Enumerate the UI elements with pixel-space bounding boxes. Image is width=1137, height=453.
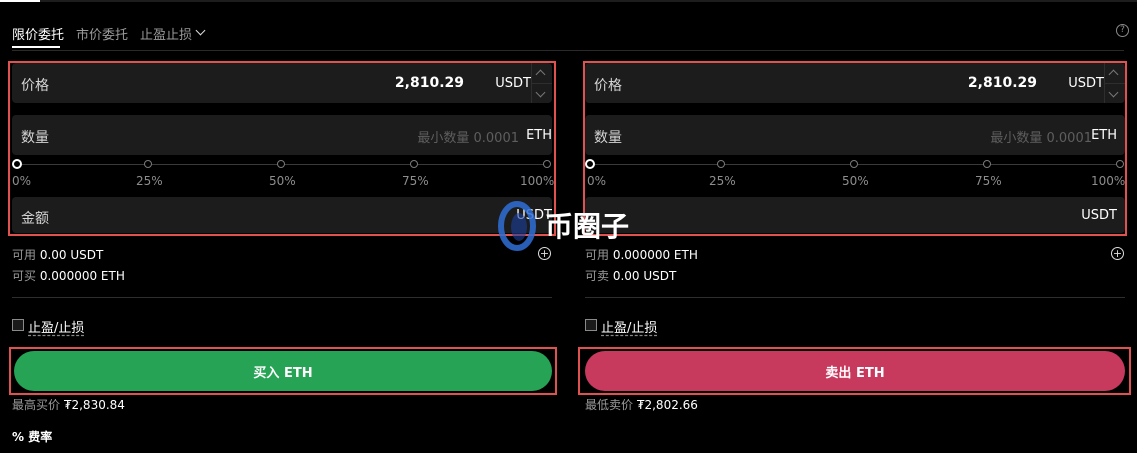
- buy-amount-label: 金额: [21, 211, 49, 227]
- sell-slider-handle[interactable]: [585, 159, 595, 169]
- buy-slider-mark-25[interactable]: [144, 160, 152, 168]
- watermark-text: 币圈子: [545, 210, 630, 243]
- buy-tpsl-label[interactable]: 止盈/止损: [28, 317, 84, 336]
- sell-can-label: 可卖: [585, 269, 610, 283]
- buy-pct-0: 0%: [12, 174, 32, 188]
- sell-quantity-label: 数量: [594, 130, 622, 146]
- sell-price-field[interactable]: 价格 2,810.29 USDT: [585, 63, 1125, 103]
- buy-form: 价格 2,810.29 USDT 数量 最小数量 0.0001 ETH 0% 2…: [12, 63, 555, 233]
- buy-available: 可用 0.00 USDT: [12, 246, 103, 263]
- sell-price-value[interactable]: 2,810.29: [968, 75, 1037, 91]
- chevron-down-icon[interactable]: [1108, 87, 1119, 98]
- buy-quantity-placeholder: 最小数量 0.0001: [417, 131, 519, 146]
- sell-price-unit: USDT: [1068, 76, 1104, 91]
- tab-market-order[interactable]: 市价委托: [76, 24, 128, 43]
- buy-slider-mark-50[interactable]: [277, 160, 285, 168]
- tab-tpsl[interactable]: 止盈止损: [140, 24, 192, 43]
- buy-price-field[interactable]: 价格 2,810.29 USDT: [12, 63, 552, 103]
- sell-pct-25: 25%: [709, 174, 736, 188]
- buy-available-value: 0.00 USDT: [39, 248, 104, 262]
- sell-tpsl-label[interactable]: 止盈/止损: [601, 317, 657, 336]
- sell-form: 价格 2,810.29 USDT 数量 最小数量 0.0001 ETH 0% 2…: [585, 63, 1125, 233]
- sell-slider-mark-75[interactable]: [983, 160, 991, 168]
- sell-best-label: 最低卖价: [585, 398, 634, 412]
- buy-price-stepper[interactable]: [531, 63, 552, 103]
- chevron-up-icon[interactable]: [1108, 69, 1119, 80]
- top-border-active: [0, 0, 40, 2]
- percent-icon: %: [12, 430, 25, 444]
- sell-amount-unit: USDT: [1081, 208, 1117, 223]
- sell-divider: [585, 297, 1125, 298]
- sell-available: 可用 0.000000 ETH: [585, 246, 698, 263]
- sell-can-sell: 可卖 0.00 USDT: [585, 267, 676, 284]
- sell-best-value: ₮2,802.66: [636, 398, 698, 412]
- buy-best-value: ₮2,830.84: [63, 398, 125, 412]
- watermark-logo-icon: [498, 201, 536, 251]
- buy-slider-mark-100[interactable]: [543, 160, 551, 168]
- sell-pct-0: 0%: [587, 174, 607, 188]
- buy-can-label: 可买: [12, 269, 37, 283]
- buy-available-label: 可用: [12, 248, 37, 262]
- sell-eth-button[interactable]: 卖出 ETH: [585, 351, 1125, 391]
- help-icon[interactable]: ?: [1116, 24, 1129, 37]
- sell-price-stepper[interactable]: [1104, 63, 1125, 103]
- sell-can-value: 0.00 USDT: [612, 269, 677, 283]
- buy-price-value[interactable]: 2,810.29: [395, 75, 464, 91]
- sell-pct-100: 100%: [1091, 174, 1126, 188]
- buy-slider-handle[interactable]: [12, 159, 22, 169]
- sell-deposit-plus-icon[interactable]: +: [1111, 247, 1124, 260]
- sell-amount-field[interactable]: USDT: [585, 197, 1125, 233]
- buy-quantity-unit: ETH: [526, 128, 552, 143]
- buy-divider: [12, 297, 552, 298]
- sell-pct-50: 50%: [842, 174, 869, 188]
- sell-quantity-placeholder: 最小数量 0.0001: [990, 131, 1092, 146]
- buy-deposit-plus-icon[interactable]: +: [538, 247, 551, 260]
- sell-slider-mark-100[interactable]: [1116, 160, 1124, 168]
- buy-amount-field[interactable]: 金额 USDT: [12, 197, 552, 233]
- buy-eth-button[interactable]: 买入 ETH: [14, 351, 552, 391]
- buy-pct-75: 75%: [402, 174, 429, 188]
- buy-quantity-label: 数量: [21, 130, 49, 146]
- stepper-divider: [532, 83, 552, 84]
- buy-tpsl-checkbox[interactable]: [12, 319, 24, 331]
- sell-quantity-unit: ETH: [1091, 128, 1117, 143]
- buy-pct-25: 25%: [136, 174, 163, 188]
- buy-quantity-field[interactable]: 数量 最小数量 0.0001 ETH: [12, 115, 552, 155]
- tab-limit-order[interactable]: 限价委托: [12, 24, 64, 43]
- sell-tpsl-checkbox[interactable]: [585, 319, 597, 331]
- buy-can-value: 0.000000 ETH: [39, 269, 125, 283]
- fee-rate-label: 费率: [28, 430, 53, 444]
- chevron-down-icon[interactable]: [535, 87, 546, 98]
- sell-quantity-field[interactable]: 数量 最小数量 0.0001 ETH: [585, 115, 1125, 155]
- buy-price-unit: USDT: [495, 76, 531, 91]
- sell-slider-mark-50[interactable]: [850, 160, 858, 168]
- buy-can-buy: 可买 0.000000 ETH: [12, 267, 125, 284]
- chevron-up-icon[interactable]: [535, 69, 546, 80]
- buy-pct-50: 50%: [269, 174, 296, 188]
- fee-rate[interactable]: % 费率: [12, 428, 52, 445]
- stepper-divider: [1105, 83, 1125, 84]
- buy-slider-mark-75[interactable]: [410, 160, 418, 168]
- sell-available-label: 可用: [585, 248, 610, 262]
- active-tab-indicator: [12, 46, 60, 48]
- buy-pct-100: 100%: [520, 174, 555, 188]
- top-border: [0, 0, 1137, 2]
- buy-price-label: 价格: [21, 78, 49, 94]
- sell-available-value: 0.000000 ETH: [612, 248, 698, 262]
- buy-best-label: 最高买价: [12, 398, 61, 412]
- sell-slider-mark-25[interactable]: [717, 160, 725, 168]
- sell-price-label: 价格: [594, 78, 622, 94]
- chevron-down-icon[interactable]: [195, 25, 206, 36]
- sell-pct-75: 75%: [975, 174, 1002, 188]
- buy-best-price: 最高买价 ₮2,830.84: [12, 396, 125, 413]
- tabs-divider: [12, 50, 1124, 51]
- sell-best-price: 最低卖价 ₮2,802.66: [585, 396, 698, 413]
